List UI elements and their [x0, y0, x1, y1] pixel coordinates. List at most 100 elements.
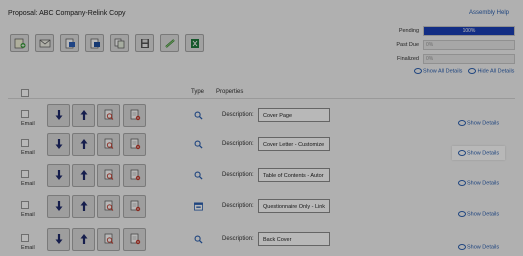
- description-input[interactable]: Table of Contents - Autor: [258, 168, 330, 182]
- status-past-due: Past Due 0%: [385, 39, 515, 51]
- remove-document-button[interactable]: [123, 228, 146, 251]
- arrow-up-icon: [78, 109, 90, 123]
- preview-document-button[interactable]: [97, 195, 120, 218]
- description-label: Description:: [222, 172, 254, 178]
- move-down-button[interactable]: [47, 228, 70, 251]
- description-label: Description:: [222, 236, 254, 242]
- description-input[interactable]: Cover Letter - Customize: [258, 137, 330, 151]
- eye-icon: [458, 244, 466, 250]
- description-label: Description:: [222, 112, 254, 118]
- table-header: Type Properties: [0, 88, 523, 98]
- save-button[interactable]: [135, 34, 154, 52]
- show-details-link[interactable]: Show Details: [458, 244, 499, 250]
- show-details-link[interactable]: Show Details: [458, 180, 499, 186]
- form-icon[interactable]: [194, 202, 203, 211]
- email-label: Email: [21, 245, 35, 251]
- description-input[interactable]: Cover Page: [258, 108, 330, 122]
- arrow-down-icon: [53, 109, 65, 123]
- past-due-progress-bar: 0%: [423, 40, 515, 50]
- move-down-button[interactable]: [47, 164, 70, 187]
- document-search-icon: [103, 169, 115, 183]
- show-details-link[interactable]: Show Details: [458, 120, 499, 126]
- arrow-down-icon: [53, 169, 65, 183]
- table-row: Email Description: Cover Page Show Detai…: [0, 101, 523, 129]
- description-label: Description:: [222, 203, 254, 209]
- remove-document-button[interactable]: [123, 164, 146, 187]
- row-select-checkbox[interactable]: [21, 110, 29, 118]
- show-all-details-label: Show All Details: [423, 68, 463, 75]
- remove-document-button[interactable]: [123, 104, 146, 127]
- row-select-checkbox[interactable]: [21, 234, 29, 242]
- move-up-button[interactable]: [72, 133, 95, 156]
- hide-all-details-link[interactable]: Hide All Details: [468, 68, 514, 74]
- copy-button[interactable]: [110, 34, 129, 52]
- preview-document-button[interactable]: [97, 228, 120, 251]
- move-up-button[interactable]: [72, 228, 95, 251]
- eye-icon: [458, 150, 466, 156]
- header-divider: [8, 98, 515, 99]
- eye-icon: [414, 68, 422, 74]
- email-button[interactable]: [35, 34, 54, 52]
- eye-icon: [458, 211, 466, 217]
- link-icon: [164, 38, 175, 48]
- pending-value: 100%: [462, 28, 476, 34]
- status-pending: Pending 100%: [385, 25, 515, 37]
- export-excel-button[interactable]: [185, 34, 204, 52]
- move-up-button[interactable]: [72, 164, 95, 187]
- show-all-details-link[interactable]: Show All Details: [414, 68, 462, 74]
- preview-document-button[interactable]: [97, 164, 120, 187]
- export-doc-button[interactable]: [85, 34, 104, 52]
- preview-document-button[interactable]: [97, 104, 120, 127]
- preview-document-button[interactable]: [97, 133, 120, 156]
- pending-progress-bar: 100%: [423, 26, 515, 36]
- move-up-button[interactable]: [72, 104, 95, 127]
- email-label: Email: [21, 212, 35, 218]
- toolbar: [10, 34, 204, 52]
- add-document-button[interactable]: [10, 34, 29, 52]
- arrow-down-icon: [53, 200, 65, 214]
- select-all-checkbox[interactable]: [21, 89, 29, 97]
- document-search-icon: [103, 200, 115, 214]
- show-details-link[interactable]: Show Details: [452, 146, 506, 161]
- row-select-checkbox[interactable]: [21, 201, 29, 209]
- show-details-label: Show Details: [467, 120, 500, 127]
- search-icon[interactable]: [194, 235, 203, 244]
- arrow-up-icon: [78, 169, 90, 183]
- document-delete-icon: [129, 138, 141, 152]
- eye-icon: [458, 120, 466, 126]
- arrow-down-icon: [53, 233, 65, 247]
- document-delete-icon: [129, 200, 141, 214]
- show-details-link[interactable]: Show Details: [458, 211, 499, 217]
- row-select-checkbox[interactable]: [21, 139, 29, 147]
- search-icon[interactable]: [194, 111, 203, 120]
- pending-label: Pending: [398, 28, 419, 34]
- description-input[interactable]: Back Cover: [258, 232, 330, 246]
- search-icon[interactable]: [194, 140, 203, 149]
- document-delete-icon: [129, 169, 141, 183]
- properties-column-header: Properties: [216, 89, 244, 95]
- document-search-icon: [103, 233, 115, 247]
- export-word-icon: [65, 38, 75, 48]
- description-input[interactable]: Questionnaire Only - Link: [258, 199, 330, 213]
- show-details-label: Show Details: [467, 211, 500, 218]
- export-word-button[interactable]: [60, 34, 79, 52]
- search-icon[interactable]: [194, 171, 203, 180]
- description-label: Description:: [222, 141, 254, 147]
- document-search-icon: [103, 109, 115, 123]
- remove-document-button[interactable]: [123, 195, 146, 218]
- assembly-help-link[interactable]: Assembly Help: [469, 10, 509, 16]
- move-down-button[interactable]: [47, 104, 70, 127]
- finalized-progress-bar: 0%: [423, 54, 515, 64]
- email-label: Email: [21, 150, 35, 156]
- table-row: Email Description: Questionnaire Only - …: [0, 192, 523, 220]
- move-up-button[interactable]: [72, 195, 95, 218]
- row-select-checkbox[interactable]: [21, 170, 29, 178]
- show-details-label: Show Details: [467, 150, 500, 157]
- remove-document-button[interactable]: [123, 133, 146, 156]
- table-row: Email Description: Cover Letter - Custom…: [0, 130, 523, 161]
- move-down-button[interactable]: [47, 133, 70, 156]
- move-down-button[interactable]: [47, 195, 70, 218]
- hide-all-details-label: Hide All Details: [477, 68, 515, 75]
- link-button[interactable]: [160, 34, 179, 52]
- arrow-up-icon: [78, 233, 90, 247]
